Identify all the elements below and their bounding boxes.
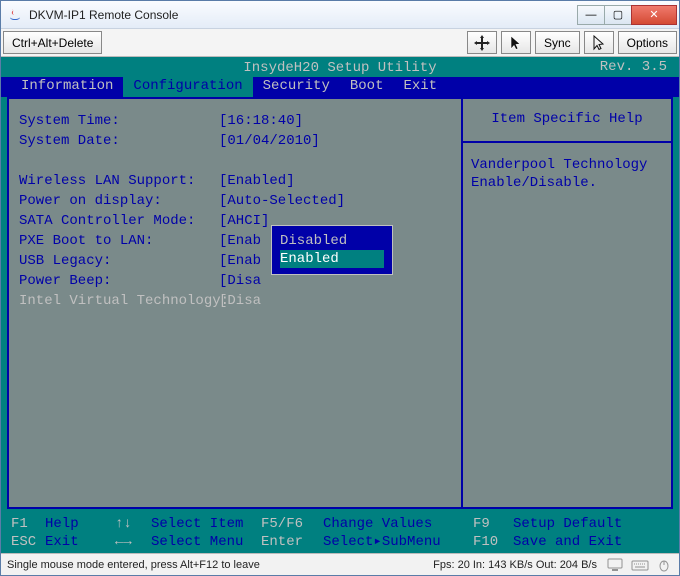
setting-label: Power on display: [19, 191, 219, 211]
legend-key: F10 [473, 533, 513, 551]
legend-row-2: ESC Exit ←→ Select Menu Enter Select▸Sub… [11, 533, 669, 551]
setting-label: System Time: [19, 111, 219, 131]
setting-value: [Enab [219, 231, 261, 251]
toolbar: Ctrl+Alt+Delete Sync Options [1, 29, 679, 57]
legend-action: Exit [45, 533, 115, 551]
setting-value: [Auto-Selected] [219, 191, 345, 211]
setting-value: [01/04/2010] [219, 131, 320, 151]
bios-help-panel: Item Specific Help Vanderpool Technology… [461, 99, 671, 507]
app-window: DKVM-IP1 Remote Console — ▢ ✕ Ctrl+Alt+D… [0, 0, 680, 576]
value-popup[interactable]: DisabledEnabled [271, 225, 393, 275]
setting-row[interactable]: System Time:[16:18:40] [19, 111, 451, 131]
bios-settings-panel: System Time:[16:18:40]System Date:[01/04… [9, 99, 461, 507]
cursor-outline-icon[interactable] [584, 31, 614, 54]
keyboard-icon [631, 558, 649, 572]
setting-value: [16:18:40] [219, 111, 303, 131]
setting-label: Wireless LAN Support: [19, 171, 219, 191]
setting-row[interactable]: System Date:[01/04/2010] [19, 131, 451, 151]
status-right: Fps: 20 In: 143 KB/s Out: 204 B/s [433, 559, 597, 571]
setting-row[interactable]: Power on display:[Auto-Selected] [19, 191, 451, 211]
menu-item-boot[interactable]: Boot [340, 77, 394, 97]
setting-value: [AHCI] [219, 211, 269, 231]
close-button[interactable]: ✕ [631, 5, 677, 25]
legend-key: Enter [261, 533, 323, 551]
setting-label: SATA Controller Mode: [19, 211, 219, 231]
setting-label: Intel Virtual Technology: [19, 291, 219, 311]
minimize-button[interactable]: — [577, 5, 605, 25]
legend-key: F1 [11, 515, 45, 533]
legend-key: ←→ [115, 533, 151, 551]
setting-value: [Disa [219, 291, 261, 311]
legend-key: ↑↓ [115, 515, 151, 533]
legend-action: Change Values [323, 515, 473, 533]
bios-revision: Rev. 3.5 [600, 57, 667, 77]
setting-label: Power Beep: [19, 271, 219, 291]
legend-action: Help [45, 515, 115, 533]
legend-action: Select Menu [151, 533, 261, 551]
monitor-icon [607, 558, 625, 572]
bios-screen: InsydeH20 Setup Utility Rev. 3.5 Informa… [1, 57, 679, 553]
move-icon[interactable] [467, 31, 497, 54]
status-icons [607, 558, 673, 572]
status-left: Single mouse mode entered, press Alt+F12… [7, 559, 433, 571]
legend-row-1: F1 Help ↑↓ Select Item F5/F6 Change Valu… [11, 515, 669, 533]
setting-value: [Enab [219, 251, 261, 271]
popup-option[interactable]: Enabled [280, 250, 384, 268]
bios-menu[interactable]: InformationConfigurationSecurityBootExit [1, 77, 679, 97]
key-legend: F1 Help ↑↓ Select Item F5/F6 Change Valu… [1, 513, 679, 553]
bios-title: InsydeH20 Setup Utility [243, 60, 436, 76]
setting-value: [Enabled] [219, 171, 295, 191]
setting-label: System Date: [19, 131, 219, 151]
legend-key: F5/F6 [261, 515, 323, 533]
setting-label: USB Legacy: [19, 251, 219, 271]
bios-body: System Time:[16:18:40]System Date:[01/04… [7, 97, 673, 509]
legend-action: Save and Exit [513, 533, 669, 551]
bios-header: InsydeH20 Setup Utility Rev. 3.5 [1, 57, 679, 77]
ctrl-alt-delete-button[interactable]: Ctrl+Alt+Delete [3, 31, 102, 54]
setting-row[interactable]: Intel Virtual Technology:[Disa [19, 291, 451, 311]
setting-row[interactable]: Wireless LAN Support:[Enabled] [19, 171, 451, 191]
mouse-icon [655, 558, 673, 572]
setting-value: [Disa [219, 271, 261, 291]
help-text: Vanderpool Technology Enable/Disable. [471, 157, 663, 192]
titlebar[interactable]: DKVM-IP1 Remote Console — ▢ ✕ [1, 1, 679, 29]
menu-item-configuration[interactable]: Configuration [123, 77, 252, 97]
menu-item-exit[interactable]: Exit [393, 77, 447, 97]
popup-option[interactable]: Disabled [280, 232, 384, 250]
maximize-button[interactable]: ▢ [604, 5, 632, 25]
java-icon [7, 7, 23, 23]
menu-item-security[interactable]: Security [253, 77, 340, 97]
legend-key: F9 [473, 515, 513, 533]
cursor-icon[interactable] [501, 31, 531, 54]
window-buttons: — ▢ ✕ [578, 5, 677, 25]
legend-key: ESC [11, 533, 45, 551]
window-title: DKVM-IP1 Remote Console [29, 8, 578, 22]
options-button[interactable]: Options [618, 31, 677, 54]
help-header: Item Specific Help [463, 107, 671, 143]
menu-item-information[interactable]: Information [11, 77, 123, 97]
statusbar: Single mouse mode entered, press Alt+F12… [1, 553, 679, 575]
legend-action: Setup Default [513, 515, 669, 533]
legend-action: Select▸SubMenu [323, 533, 473, 551]
setting-label: PXE Boot to LAN: [19, 231, 219, 251]
sync-button[interactable]: Sync [535, 31, 580, 54]
legend-action: Select Item [151, 515, 261, 533]
